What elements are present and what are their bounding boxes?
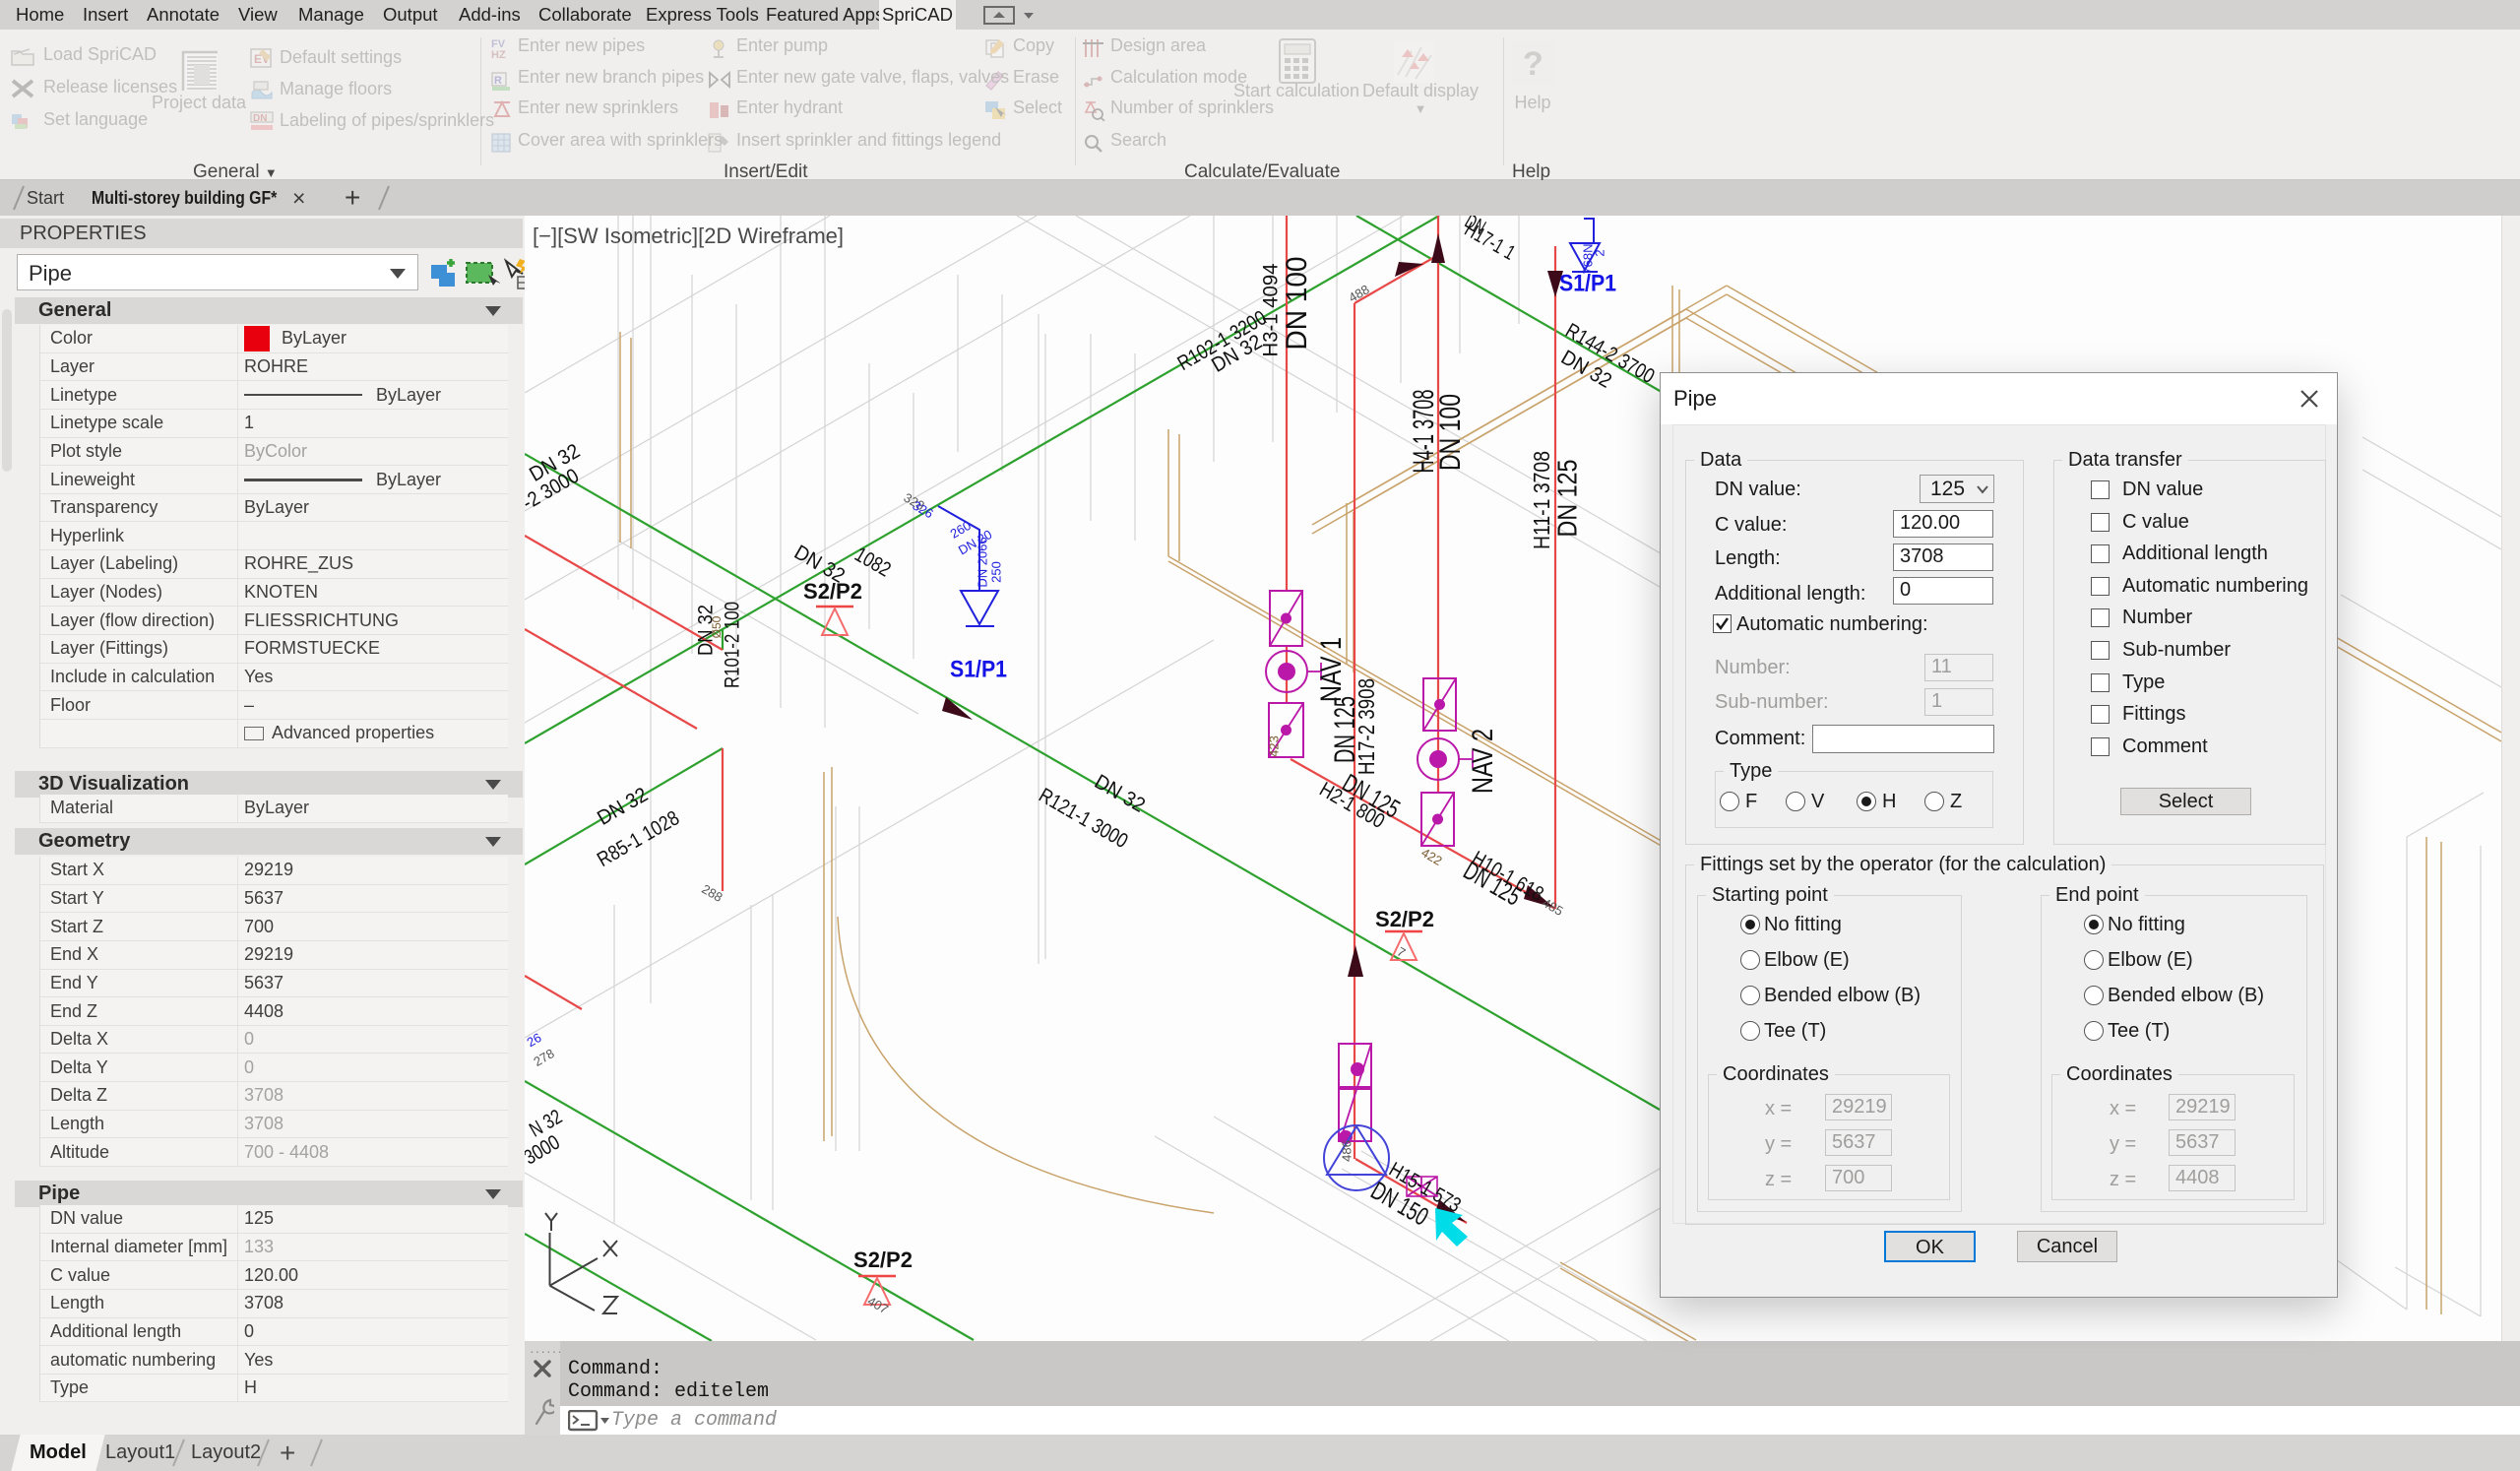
svg-text:485: 485 [1540, 895, 1565, 919]
svg-text:250: 250 [988, 561, 1003, 583]
svg-text:423: 423 [1266, 736, 1281, 757]
svg-text:3000: 3000 [525, 1131, 564, 1170]
svg-text:H17-2 3908: H17-2 3908 [1354, 678, 1379, 775]
svg-text:288: 288 [699, 881, 724, 905]
svg-text:S1/P1: S1/P1 [950, 656, 1007, 682]
svg-text:S2/P2: S2/P2 [1375, 907, 1434, 931]
svg-text:HZ: HZ [491, 49, 506, 59]
svg-text:DN 32: DN 32 [1091, 770, 1149, 816]
svg-text:DN 125: DN 125 [1551, 460, 1582, 538]
svg-text:768N: 768N [1580, 243, 1595, 274]
svg-text:R101-2 100: R101-2 100 [722, 602, 744, 688]
svg-text:NAV 1: NAV 1 [1315, 637, 1348, 702]
svg-text:DN 100: DN 100 [1281, 257, 1313, 351]
svg-text:S2/P2: S2/P2 [853, 1247, 913, 1272]
svg-text:NAV 2: NAV 2 [1467, 729, 1499, 794]
svg-text:H3-1 4094: H3-1 4094 [1260, 263, 1283, 356]
svg-text:DN 2066: DN 2066 [975, 537, 989, 587]
svg-text:1082: 1082 [850, 544, 894, 582]
svg-text:422: 422 [1418, 845, 1444, 868]
svg-text:DN: DN [253, 113, 267, 124]
svg-text:H11-1 3708: H11-1 3708 [1529, 451, 1554, 549]
svg-text:278: 278 [531, 1046, 556, 1069]
svg-text:486: 486 [1339, 1140, 1354, 1162]
svg-text:H17-1 1: H17-1 1 [1461, 218, 1519, 264]
svg-text:DN 100: DN 100 [1434, 394, 1467, 471]
svg-text:26: 26 [525, 1030, 543, 1050]
svg-text:2: 2 [1592, 249, 1606, 256]
svg-text:?: ? [1523, 45, 1544, 83]
svg-text:R: R [494, 75, 502, 87]
svg-text:488: 488 [1346, 282, 1371, 305]
svg-text:Ø50: Ø50 [710, 615, 724, 638]
